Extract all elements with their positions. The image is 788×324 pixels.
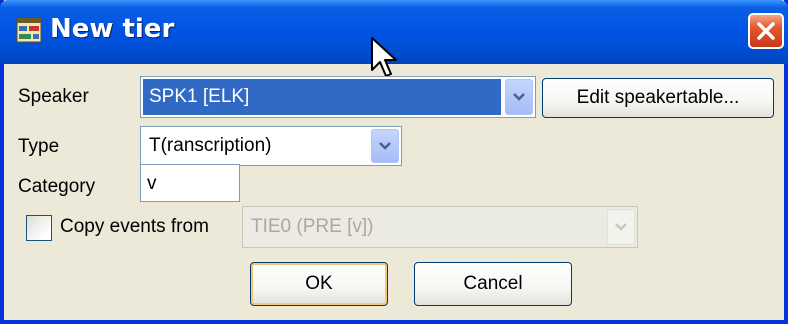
category-label: Category: [18, 176, 96, 197]
copy-events-value: TIE0 (PRE [v]): [251, 216, 374, 237]
new-tier-dialog: New tier Speaker SPK1 [ELK] Edit speaker…: [0, 0, 788, 324]
cancel-button[interactable]: Cancel: [414, 262, 572, 306]
window-title: New tier: [50, 14, 175, 44]
category-value: v: [147, 173, 157, 194]
tier-grid-icon: [16, 17, 42, 43]
close-icon: [757, 22, 775, 40]
type-combo[interactable]: T(ranscription): [140, 126, 402, 166]
copy-events-checkbox[interactable]: [26, 215, 52, 241]
copy-events-combo: TIE0 (PRE [v]): [242, 206, 638, 248]
copy-events-dropdown-arrow: [607, 209, 635, 245]
type-dropdown-arrow[interactable]: [371, 129, 399, 163]
type-label: Type: [18, 136, 60, 157]
chevron-down-icon: [379, 142, 391, 150]
edit-speakertable-button[interactable]: Edit speakertable...: [542, 78, 774, 118]
type-value: T(ranscription): [149, 135, 272, 156]
close-button[interactable]: [748, 13, 784, 49]
category-input[interactable]: v: [140, 164, 240, 202]
mouse-pointer-icon: [371, 37, 397, 77]
chevron-down-icon: [615, 223, 627, 231]
speaker-combo[interactable]: SPK1 [ELK]: [140, 76, 536, 118]
speaker-label: Speaker: [18, 86, 89, 107]
copy-events-label: Copy events from: [60, 216, 209, 237]
chevron-down-icon: [513, 93, 525, 101]
ok-button[interactable]: OK: [250, 262, 388, 306]
speaker-dropdown-arrow[interactable]: [505, 79, 533, 115]
speaker-value: SPK1 [ELK]: [149, 86, 250, 107]
